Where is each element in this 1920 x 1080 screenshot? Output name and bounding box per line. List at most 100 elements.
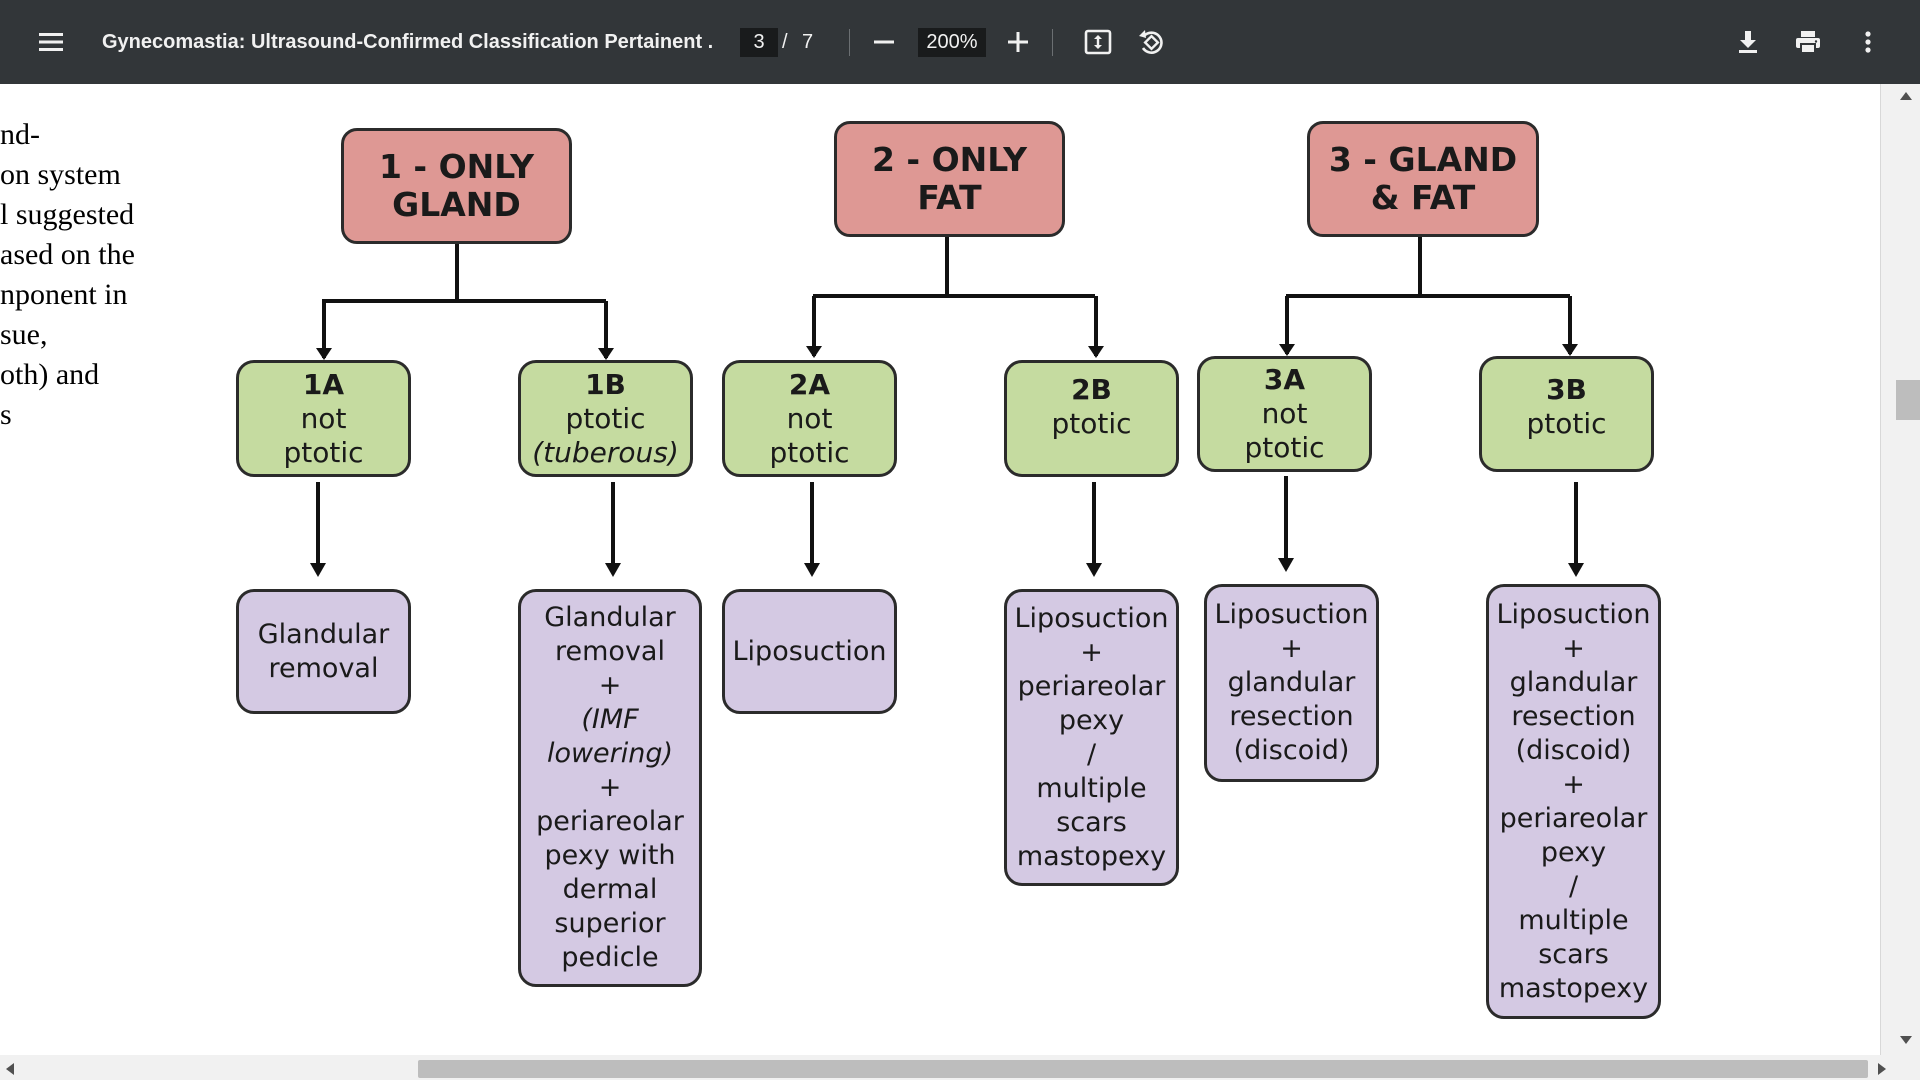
subtype-box-3b: 3B ptotic: [1479, 356, 1654, 472]
more-actions-button[interactable]: [1846, 20, 1890, 64]
box-text: +: [1562, 768, 1585, 800]
connector-line: [812, 237, 1098, 356]
scroll-up-arrow-icon[interactable]: [1898, 90, 1914, 102]
arrowhead: [1088, 346, 1104, 358]
category-box-1: 1 - ONLY GLAND: [341, 128, 572, 244]
subtype-code: 2B: [1071, 373, 1112, 406]
zoom-out-button[interactable]: [862, 20, 906, 64]
menu-button[interactable]: [26, 17, 76, 67]
box-text: +: [598, 670, 622, 701]
horizontal-scroll-thumb[interactable]: [418, 1060, 1868, 1078]
rotate-button[interactable]: [1128, 20, 1174, 64]
scroll-right-arrow-icon[interactable]: [1876, 1061, 1888, 1077]
page-separator: /: [782, 31, 788, 53]
box-text: superior: [554, 908, 666, 939]
box-text: scars: [1538, 938, 1609, 970]
box-text: 1 - ONLY: [378, 147, 535, 186]
box-text: removal: [555, 636, 665, 667]
scroll-down-arrow-icon[interactable]: [1898, 1034, 1914, 1046]
fit-to-page-button[interactable]: [1076, 20, 1120, 64]
box-text: /: [1568, 870, 1579, 902]
arrowhead: [1568, 563, 1584, 577]
box-text: periareolar: [536, 806, 684, 837]
zoom-in-icon: [1008, 32, 1028, 52]
box-text: Liposuction: [1014, 602, 1169, 634]
page-number-input[interactable]: 3: [740, 28, 778, 57]
print-icon: [1796, 31, 1820, 54]
pdf-toolbar: Gynecomastia: Ultrasound-Confirmed Class…: [0, 0, 1920, 84]
box-text: pexy with: [544, 840, 676, 871]
arrowhead: [605, 563, 621, 577]
arrowhead: [1278, 558, 1294, 572]
box-text: 3 - GLAND: [1328, 140, 1518, 179]
subtype-code: 3A: [1263, 363, 1306, 396]
zoom-in-button[interactable]: [996, 20, 1040, 64]
box-text: pedicle: [561, 942, 659, 973]
box-text: +: [1562, 632, 1585, 664]
box-text: removal: [268, 652, 379, 684]
box-text: +: [1080, 636, 1103, 668]
arrowhead: [1562, 344, 1578, 356]
subtype-box-2b: 2B ptotic: [1004, 360, 1179, 477]
box-text: & FAT: [1370, 178, 1476, 217]
box-text: pexy: [1058, 704, 1125, 736]
box-text: (tuberous): [532, 435, 679, 469]
box-text: Glandular: [544, 602, 676, 633]
rotate-icon: [1139, 30, 1163, 54]
scroll-left-arrow-icon[interactable]: [4, 1061, 16, 1077]
box-text: mastopexy: [1016, 840, 1167, 872]
arrowhead: [310, 563, 326, 577]
arrowhead: [598, 348, 614, 360]
zoom-out-icon: [874, 40, 894, 44]
print-button[interactable]: [1786, 20, 1830, 64]
box-text: FAT: [917, 178, 982, 217]
box-text: pexy: [1540, 836, 1607, 868]
zoom-level-input[interactable]: 200%: [918, 28, 986, 57]
connector-line: [322, 243, 608, 358]
vertical-scroll-thumb[interactable]: [1896, 380, 1920, 420]
more-vert-icon: [1865, 31, 1871, 53]
box-text: lowering): [546, 738, 674, 769]
box-text: (discoid): [1515, 734, 1632, 766]
box-text: not: [300, 401, 347, 435]
arrowhead: [1086, 563, 1102, 577]
subtype-box-3a: 3A not ptotic: [1197, 356, 1372, 472]
box-text: /: [1086, 738, 1097, 770]
arrowhead: [1279, 344, 1295, 356]
subtype-box-2a: 2A not ptotic: [722, 360, 897, 477]
box-text: multiple: [1518, 904, 1629, 936]
box-text: ptotic: [769, 435, 850, 469]
box-text: +: [598, 772, 622, 803]
arrowhead: [804, 563, 820, 577]
box-text: Liposuction: [1214, 599, 1369, 630]
treatment-box-3b: Liposuction + glandular resection (disco…: [1486, 584, 1661, 1019]
treatment-box-1b: Glandular removal + (IMF lowering) + per…: [518, 589, 702, 987]
box-text: not: [1261, 397, 1308, 430]
toolbar-divider: [849, 29, 850, 56]
category-box-2: 2 - ONLY FAT: [834, 121, 1065, 237]
box-text: Glandular: [257, 618, 390, 650]
category-box-3: 3 - GLAND & FAT: [1307, 121, 1539, 237]
box-text: mastopexy: [1498, 972, 1649, 1004]
download-button[interactable]: [1726, 20, 1770, 64]
box-text: periareolar: [1017, 670, 1166, 702]
box-text: (IMF: [581, 704, 639, 735]
treatment-box-3a: Liposuction + glandular resection (disco…: [1204, 584, 1379, 782]
document-title: Gynecomastia: Ultrasound-Confirmed Class…: [102, 31, 712, 53]
box-text: resection: [1511, 700, 1636, 732]
connector-line: [1285, 237, 1572, 354]
vertical-scrollbar[interactable]: [1880, 84, 1920, 1055]
treatment-box-2b: Liposuction + periareolar pexy / multipl…: [1004, 589, 1179, 886]
box-text: 2 - ONLY: [871, 140, 1028, 179]
treatment-box-1a: Glandular removal: [236, 589, 411, 714]
box-text: glandular: [1509, 666, 1638, 698]
box-text: ptotic: [283, 435, 364, 469]
menu-icon: [39, 33, 63, 51]
subtype-code: 2A: [788, 367, 831, 401]
box-text: +: [1280, 633, 1303, 664]
box-text: periareolar: [1499, 802, 1648, 834]
arrowhead: [316, 348, 332, 360]
box-text: multiple: [1036, 772, 1147, 804]
arrowhead: [806, 346, 822, 358]
subtype-code: 1A: [302, 367, 345, 401]
